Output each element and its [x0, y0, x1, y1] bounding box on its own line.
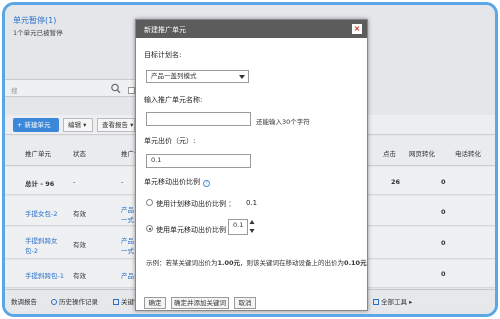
- dialog-title: 新建推广单元: [144, 26, 186, 34]
- dialog-header: 新建推广单元 ×: [136, 20, 367, 38]
- view-report-button[interactable]: 查看报告 ▾: [97, 118, 135, 132]
- unit-name-hint: 还能输入30个字符: [256, 118, 310, 126]
- unit-ratio-input[interactable]: 0.1: [228, 219, 248, 235]
- tools-icon: [373, 299, 379, 305]
- column-header-phone-conversion[interactable]: 电话转化: [455, 148, 481, 158]
- bottom-item-all-tools[interactable]: 全部工具 ▸: [373, 296, 412, 306]
- filter-checkbox[interactable]: [128, 87, 135, 94]
- search-row: 搜: [5, 79, 135, 97]
- grid-icon: [113, 299, 119, 305]
- cell-unit: 总计 - 96: [25, 180, 55, 188]
- cancel-button[interactable]: 取消: [234, 297, 256, 309]
- cell-clicks: 26: [391, 178, 401, 186]
- cell-unit[interactable]: 手提斜跨女包-2: [25, 235, 67, 255]
- search-input[interactable]: 搜: [11, 85, 18, 95]
- cell-web-conversion: 0: [441, 208, 446, 216]
- plan-ratio-value: 0.1: [246, 199, 258, 207]
- cell-unit[interactable]: 手提斜跨包-1: [25, 270, 64, 280]
- radio-plan-ratio-label: 使用计划移动出价比例 ：: [156, 200, 236, 208]
- cell-plan: -: [121, 178, 124, 186]
- paused-units-subtitle: 1个单元已被暂停: [13, 29, 63, 37]
- cell-web-conversion: 0: [441, 239, 446, 247]
- help-icon[interactable]: ?: [203, 180, 210, 187]
- column-header-web-conversion[interactable]: 网页转化: [409, 148, 435, 158]
- stepper-down-icon[interactable]: [249, 228, 255, 234]
- column-header-status[interactable]: 状态: [73, 148, 86, 158]
- unit-name-label: 输入推广单元名称:: [144, 96, 203, 104]
- chevron-down-icon: [239, 75, 245, 79]
- radio-plan-ratio[interactable]: [146, 199, 153, 206]
- plan-select[interactable]: 产品一盖列模式: [146, 70, 249, 83]
- close-icon[interactable]: ×: [352, 24, 362, 34]
- new-unit-dialog: 新建推广单元 × 目标计划名: 产品一盖列模式 输入推广单元名称: 还能输入30…: [135, 19, 368, 311]
- bottom-item-history[interactable]: 历史操作记录: [51, 296, 98, 306]
- bid-example-text: 示例：若某关键词出价为1.00元，则该关键词在移动设备上的出价为0.10元: [146, 259, 367, 267]
- bottom-item-report[interactable]: 数调报告: [11, 296, 37, 306]
- column-header-unit[interactable]: 推广单元: [25, 148, 51, 158]
- paused-units-title[interactable]: 单元暂停(1): [13, 15, 56, 26]
- confirm-add-keywords-button[interactable]: 确定并添加关键词: [171, 297, 229, 309]
- cell-status: -: [73, 178, 76, 186]
- edit-dropdown-button[interactable]: 编辑 ▾: [63, 118, 93, 132]
- mobile-ratio-heading: 单元移动出价比例?: [144, 177, 210, 187]
- radio-unit-ratio[interactable]: [146, 225, 153, 232]
- cell-status: 有效: [73, 241, 86, 249]
- bid-label: 单元出价（元）:: [144, 137, 196, 145]
- bid-input[interactable]: 0.1: [146, 154, 251, 168]
- confirm-button[interactable]: 确定: [144, 297, 166, 309]
- clock-icon: [51, 299, 57, 305]
- cell-web-conversion: 0: [441, 270, 446, 278]
- cell-status: 有效: [73, 272, 86, 280]
- cell-unit[interactable]: 手提女包-2: [25, 208, 57, 218]
- new-unit-button[interactable]: + 新建单元: [13, 118, 59, 132]
- radio-unit-ratio-label: 使用单元移动出价比例 ：: [156, 226, 236, 234]
- stepper-up-icon[interactable]: [249, 219, 255, 225]
- search-icon[interactable]: [109, 82, 123, 95]
- screenshot-frame: 单元暂停(1) 1个单元已被暂停 搜 + 新建单元 编辑 ▾ 查看报告 ▾ 推广…: [2, 2, 498, 317]
- plan-label: 目标计划名:: [144, 51, 182, 59]
- column-header-clicks[interactable]: 点击: [383, 148, 396, 158]
- cell-status: 有效: [73, 210, 86, 218]
- plan-select-value: 产品一盖列模式: [151, 72, 197, 80]
- cell-web-conversion: 0: [441, 178, 446, 186]
- unit-name-input[interactable]: [146, 112, 251, 126]
